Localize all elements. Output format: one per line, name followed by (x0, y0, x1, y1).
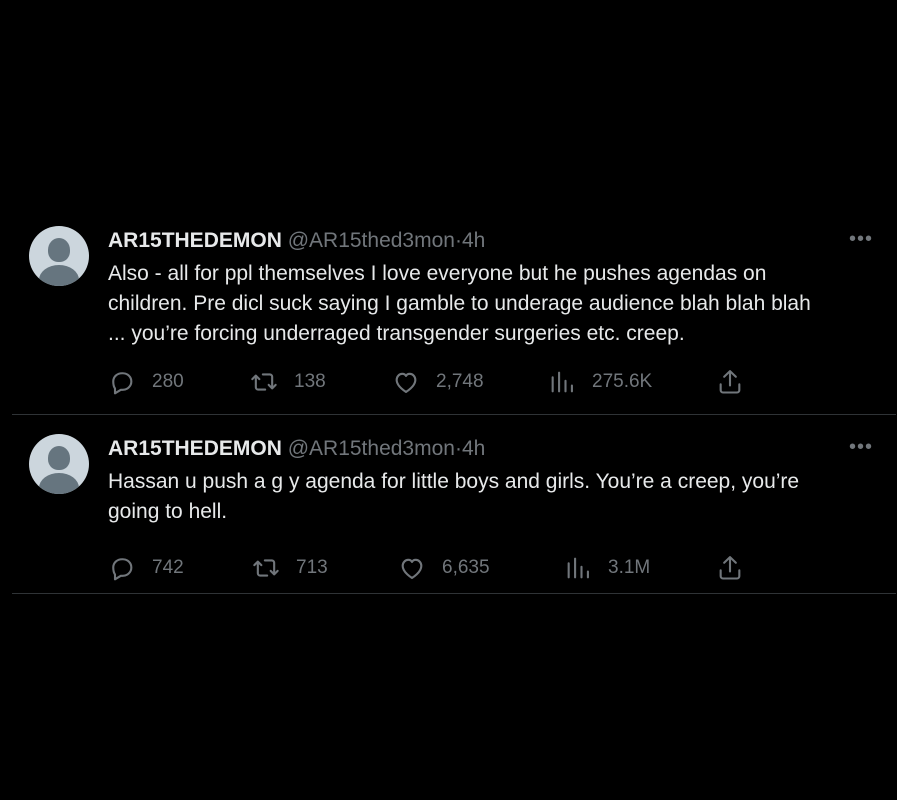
reply-count: 742 (152, 557, 184, 578)
display-name[interactable]: AR15THEDEMON (108, 437, 282, 460)
tweet-text: Hassan u push a g y agenda for little bo… (108, 467, 888, 527)
reply-button[interactable]: 280 (108, 367, 184, 397)
tweet-header: AR15THEDEMON @AR15thed3mon·4h (108, 436, 485, 462)
like-button[interactable]: 2,748 (392, 367, 484, 397)
separator-dot: · (454, 229, 462, 252)
tweet-text-line: Also - all for ppl themselves I love eve… (108, 262, 767, 285)
reply-icon (112, 372, 133, 395)
tweet-actions: 280 138 2,748 275.6K (108, 367, 748, 397)
reply-count: 280 (152, 371, 184, 392)
avatar-shoulders (39, 265, 79, 286)
user-handle[interactable]: @AR15thed3mon (288, 229, 455, 252)
retweet-button[interactable]: 138 (250, 367, 326, 397)
views-count: 3.1M (608, 557, 651, 578)
tweet-text-line: Hassan u push a g y agenda for little bo… (108, 470, 800, 493)
reply-button[interactable]: 742 (108, 553, 184, 583)
retweet-button[interactable]: 713 (252, 553, 328, 583)
like-button[interactable]: 6,635 (398, 553, 490, 583)
share-button[interactable] (716, 367, 744, 397)
timestamp[interactable]: 4h (462, 437, 485, 460)
avatar[interactable] (29, 434, 89, 494)
views-button[interactable]: 3.1M (564, 553, 650, 583)
retweet-icon (251, 373, 277, 391)
like-icon (395, 372, 417, 393)
views-count: 275.6K (592, 371, 653, 392)
tweet-text-line: going to hell. (108, 500, 228, 523)
reply-icon (112, 558, 133, 581)
tweet-text-line: ... you’re forcing underraged transgende… (108, 322, 685, 345)
like-count: 2,748 (436, 371, 484, 392)
tweet-text-line: children. Pre dicl suck saying I gamble … (108, 292, 811, 315)
more-icon[interactable]: ••• (846, 434, 876, 460)
avatar-head (48, 446, 70, 470)
tweet-actions: 742 713 6,635 3.1M (108, 553, 748, 583)
timestamp[interactable]: 4h (462, 229, 485, 252)
divider (12, 593, 896, 594)
retweet-count: 713 (296, 557, 328, 578)
like-icon (401, 558, 423, 579)
share-button[interactable] (716, 553, 744, 583)
user-handle[interactable]: @AR15thed3mon (288, 437, 455, 460)
share-icon (719, 556, 741, 580)
share-icon (719, 370, 741, 394)
separator-dot: · (454, 437, 462, 460)
retweet-icon (253, 559, 279, 577)
tweet-header: AR15THEDEMON @AR15thed3mon·4h (108, 228, 485, 254)
avatar-shoulders (39, 473, 79, 494)
more-icon[interactable]: ••• (846, 226, 876, 252)
avatar-head (48, 238, 70, 262)
retweet-count: 138 (294, 371, 326, 392)
tweet[interactable]: AR15THEDEMON @AR15thed3mon·4h ••• Hassan… (12, 416, 896, 594)
views-icon (567, 557, 589, 579)
views-button[interactable]: 275.6K (548, 367, 652, 397)
views-icon (551, 371, 573, 393)
like-count: 6,635 (442, 557, 490, 578)
avatar[interactable] (29, 226, 89, 286)
display-name[interactable]: AR15THEDEMON (108, 229, 282, 252)
tweet-text: Also - all for ppl themselves I love eve… (108, 259, 888, 349)
tweet[interactable]: AR15THEDEMON @AR15thed3mon·4h ••• Also -… (12, 208, 896, 415)
divider (12, 414, 896, 415)
